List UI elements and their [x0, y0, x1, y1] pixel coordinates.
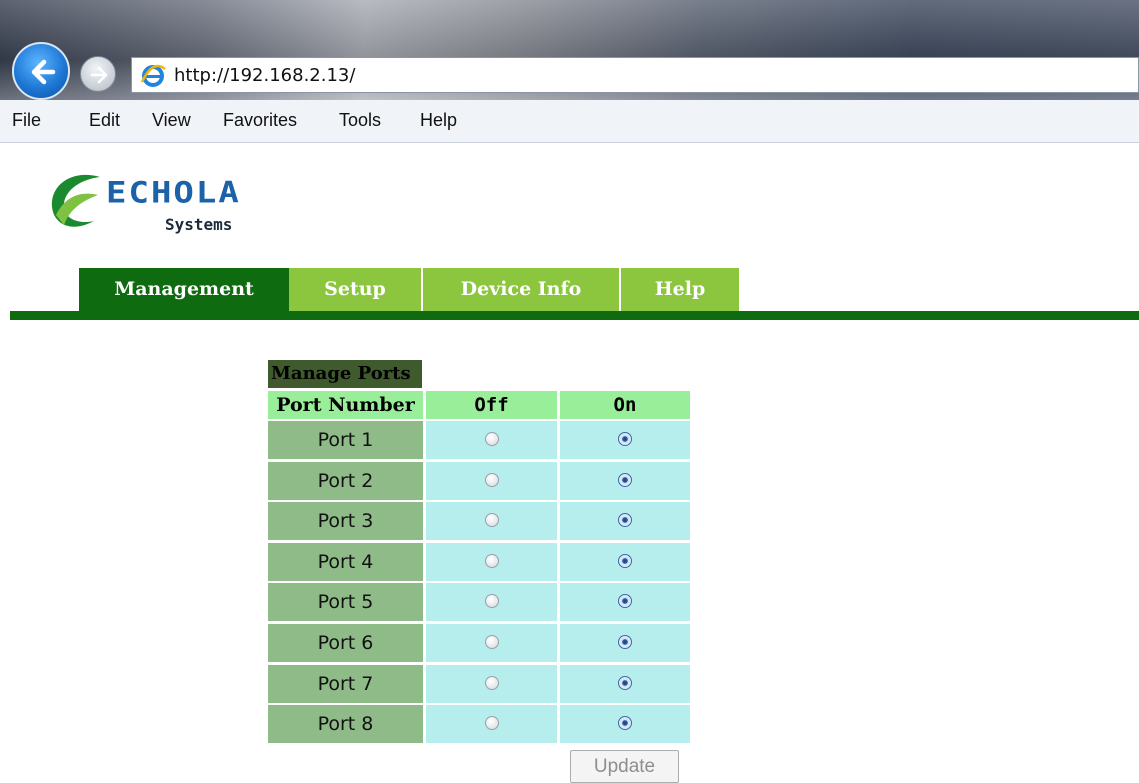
table-row: Port 7: [268, 664, 690, 703]
off-radio[interactable]: [485, 594, 499, 609]
forward-arrow-icon: [90, 66, 108, 84]
menu-view[interactable]: View: [152, 110, 191, 131]
on-cell: [560, 664, 690, 703]
port-label: Port 3: [268, 502, 423, 541]
on-radio[interactable]: [618, 594, 632, 609]
logo-subtitle: Systems: [165, 215, 233, 234]
header-port-number: Port Number: [268, 391, 423, 419]
back-arrow-icon: [31, 59, 56, 85]
off-radio[interactable]: [485, 635, 499, 649]
forward-button[interactable]: [80, 56, 116, 92]
tab-device-info[interactable]: Device Info: [423, 268, 621, 311]
port-label: Port 8: [268, 705, 423, 744]
on-radio[interactable]: [618, 513, 632, 528]
address-bar[interactable]: http://192.168.2.13/: [131, 57, 1139, 93]
menu-edit[interactable]: Edit: [89, 110, 120, 131]
table-row: Port 1: [268, 421, 690, 459]
on-cell: [560, 583, 690, 622]
main-nav: Management Setup Device Info Help: [0, 268, 1139, 320]
off-cell: [426, 664, 557, 703]
on-cell: [560, 461, 690, 500]
off-cell: [426, 461, 557, 500]
off-cell: [426, 705, 557, 744]
on-radio[interactable]: [618, 675, 632, 690]
echola-logo: ECHOLA Systems: [42, 165, 322, 245]
nav-underline: [10, 311, 1139, 320]
on-cell: [560, 705, 690, 744]
back-button[interactable]: [12, 42, 70, 100]
header-on: On: [560, 391, 690, 419]
on-radio[interactable]: [618, 635, 632, 649]
port-label: Port 6: [268, 624, 423, 662]
table-row: Port 5: [268, 583, 690, 622]
table-row: Port 8: [268, 705, 690, 744]
header-off: Off: [426, 391, 557, 419]
off-radio[interactable]: [485, 675, 499, 690]
port-label: Port 4: [268, 542, 423, 581]
browser-titlebar: http://192.168.2.13/: [0, 0, 1139, 100]
tab-setup[interactable]: Setup: [289, 268, 423, 311]
off-cell: [426, 542, 557, 581]
table-row: Port 3: [268, 502, 690, 541]
table-row: Port 4: [268, 542, 690, 581]
on-cell: [560, 421, 690, 459]
menu-file[interactable]: File: [12, 110, 41, 131]
address-url: http://192.168.2.13/: [174, 65, 356, 86]
off-radio[interactable]: [485, 716, 499, 731]
on-cell: [560, 542, 690, 581]
port-label: Port 5: [268, 583, 423, 622]
on-cell: [560, 624, 690, 662]
off-radio[interactable]: [485, 553, 499, 568]
menu-help[interactable]: Help: [420, 110, 457, 131]
port-label: Port 1: [268, 421, 423, 459]
ports-caption: Manage Ports: [268, 360, 422, 388]
swoosh-logo-icon: [51, 174, 100, 227]
on-cell: [560, 502, 690, 541]
menu-favorites[interactable]: Favorites: [223, 110, 297, 131]
off-cell: [426, 583, 557, 622]
off-cell: [426, 624, 557, 662]
menu-tools[interactable]: Tools: [339, 110, 381, 131]
off-radio[interactable]: [485, 513, 499, 528]
port-label: Port 2: [268, 461, 423, 500]
ie-icon: [140, 64, 166, 87]
on-radio[interactable]: [618, 716, 632, 731]
off-cell: [426, 502, 557, 541]
logo-name: ECHOLA: [106, 176, 241, 210]
off-radio[interactable]: [485, 432, 499, 446]
table-row: Port 6: [268, 624, 690, 662]
tab-help[interactable]: Help: [621, 268, 739, 311]
off-radio[interactable]: [485, 472, 499, 487]
on-radio[interactable]: [618, 432, 632, 446]
update-button[interactable]: Update: [570, 750, 679, 783]
table-row: Port 2: [268, 461, 690, 500]
on-radio[interactable]: [618, 553, 632, 568]
menu-bar: File Edit View Favorites Tools Help: [0, 100, 1139, 143]
port-label: Port 7: [268, 664, 423, 703]
off-cell: [426, 421, 557, 459]
on-radio[interactable]: [618, 472, 632, 487]
